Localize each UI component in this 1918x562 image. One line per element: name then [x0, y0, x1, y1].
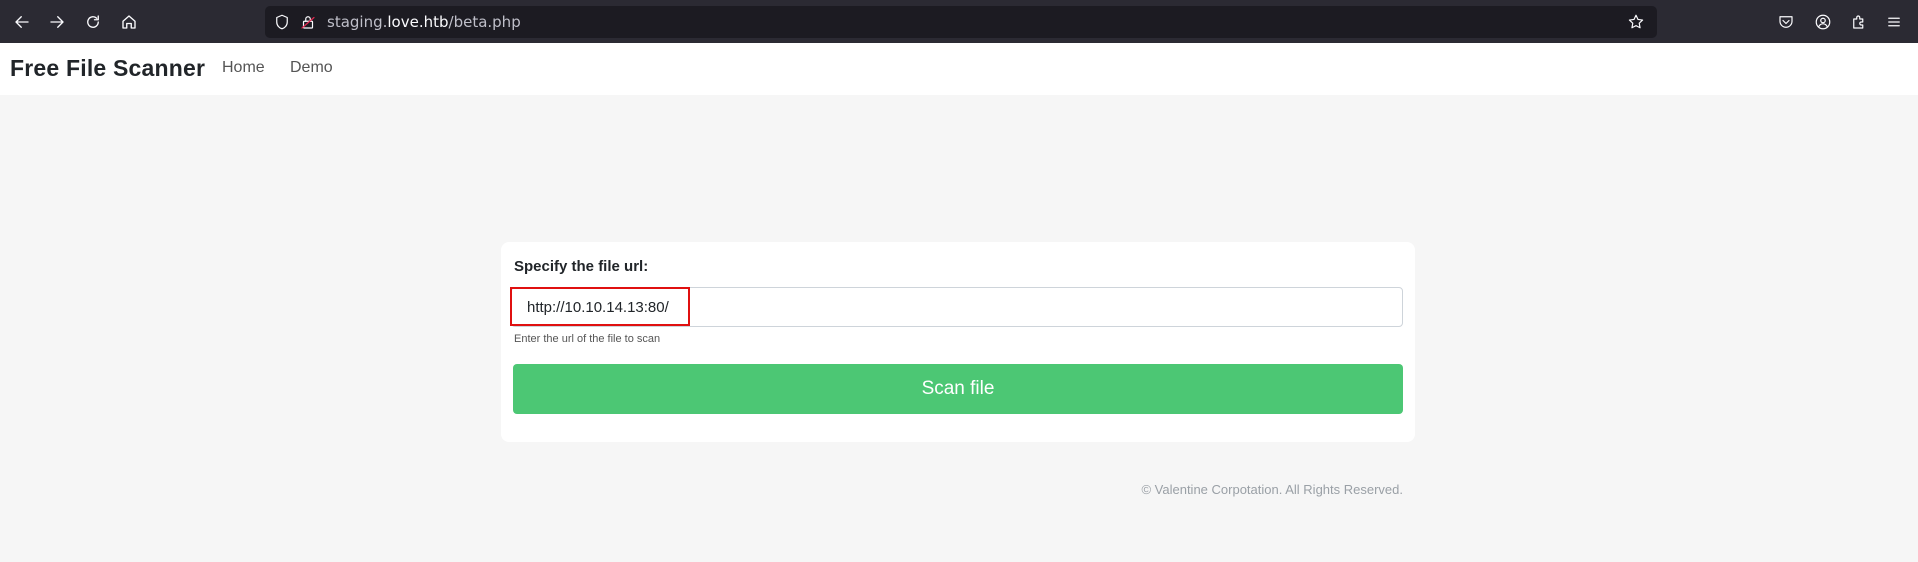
star-icon[interactable]: [1627, 13, 1645, 31]
url-text[interactable]: staging.love.htb/beta.php: [327, 13, 521, 31]
back-icon[interactable]: [10, 10, 34, 34]
scan-file-button[interactable]: Scan file: [513, 364, 1403, 414]
home-icon[interactable]: [117, 10, 141, 34]
nav-link-demo[interactable]: Demo: [290, 59, 333, 77]
extensions-icon[interactable]: [1847, 10, 1871, 34]
browser-toolbar: staging.love.htb/beta.php: [0, 0, 1918, 43]
nav-link-home[interactable]: Home: [222, 59, 265, 77]
forward-icon[interactable]: [45, 10, 69, 34]
file-url-help-text: Enter the url of the file to scan: [514, 333, 661, 345]
pocket-icon[interactable]: [1774, 10, 1798, 34]
lock-icon[interactable]: [299, 13, 317, 31]
brand-title[interactable]: Free File Scanner: [10, 55, 205, 82]
reload-icon[interactable]: [81, 10, 105, 34]
url-domain: love.htb: [387, 13, 449, 31]
url-path: /beta.php: [448, 13, 521, 31]
menu-icon[interactable]: [1882, 10, 1906, 34]
address-bar[interactable]: staging.love.htb/beta.php: [265, 6, 1657, 38]
scan-form-card: Specify the file url: Enter the url of t…: [501, 242, 1415, 442]
shield-icon[interactable]: [273, 13, 291, 31]
url-prefix: staging.: [327, 13, 388, 31]
file-url-label: Specify the file url:: [514, 258, 649, 275]
account-icon[interactable]: [1811, 10, 1835, 34]
site-navbar: Free File Scanner Home Demo: [0, 43, 1918, 95]
footer-copyright: © Valentine Corpotation. All Rights Rese…: [1141, 482, 1403, 497]
file-url-input[interactable]: [511, 287, 1403, 327]
